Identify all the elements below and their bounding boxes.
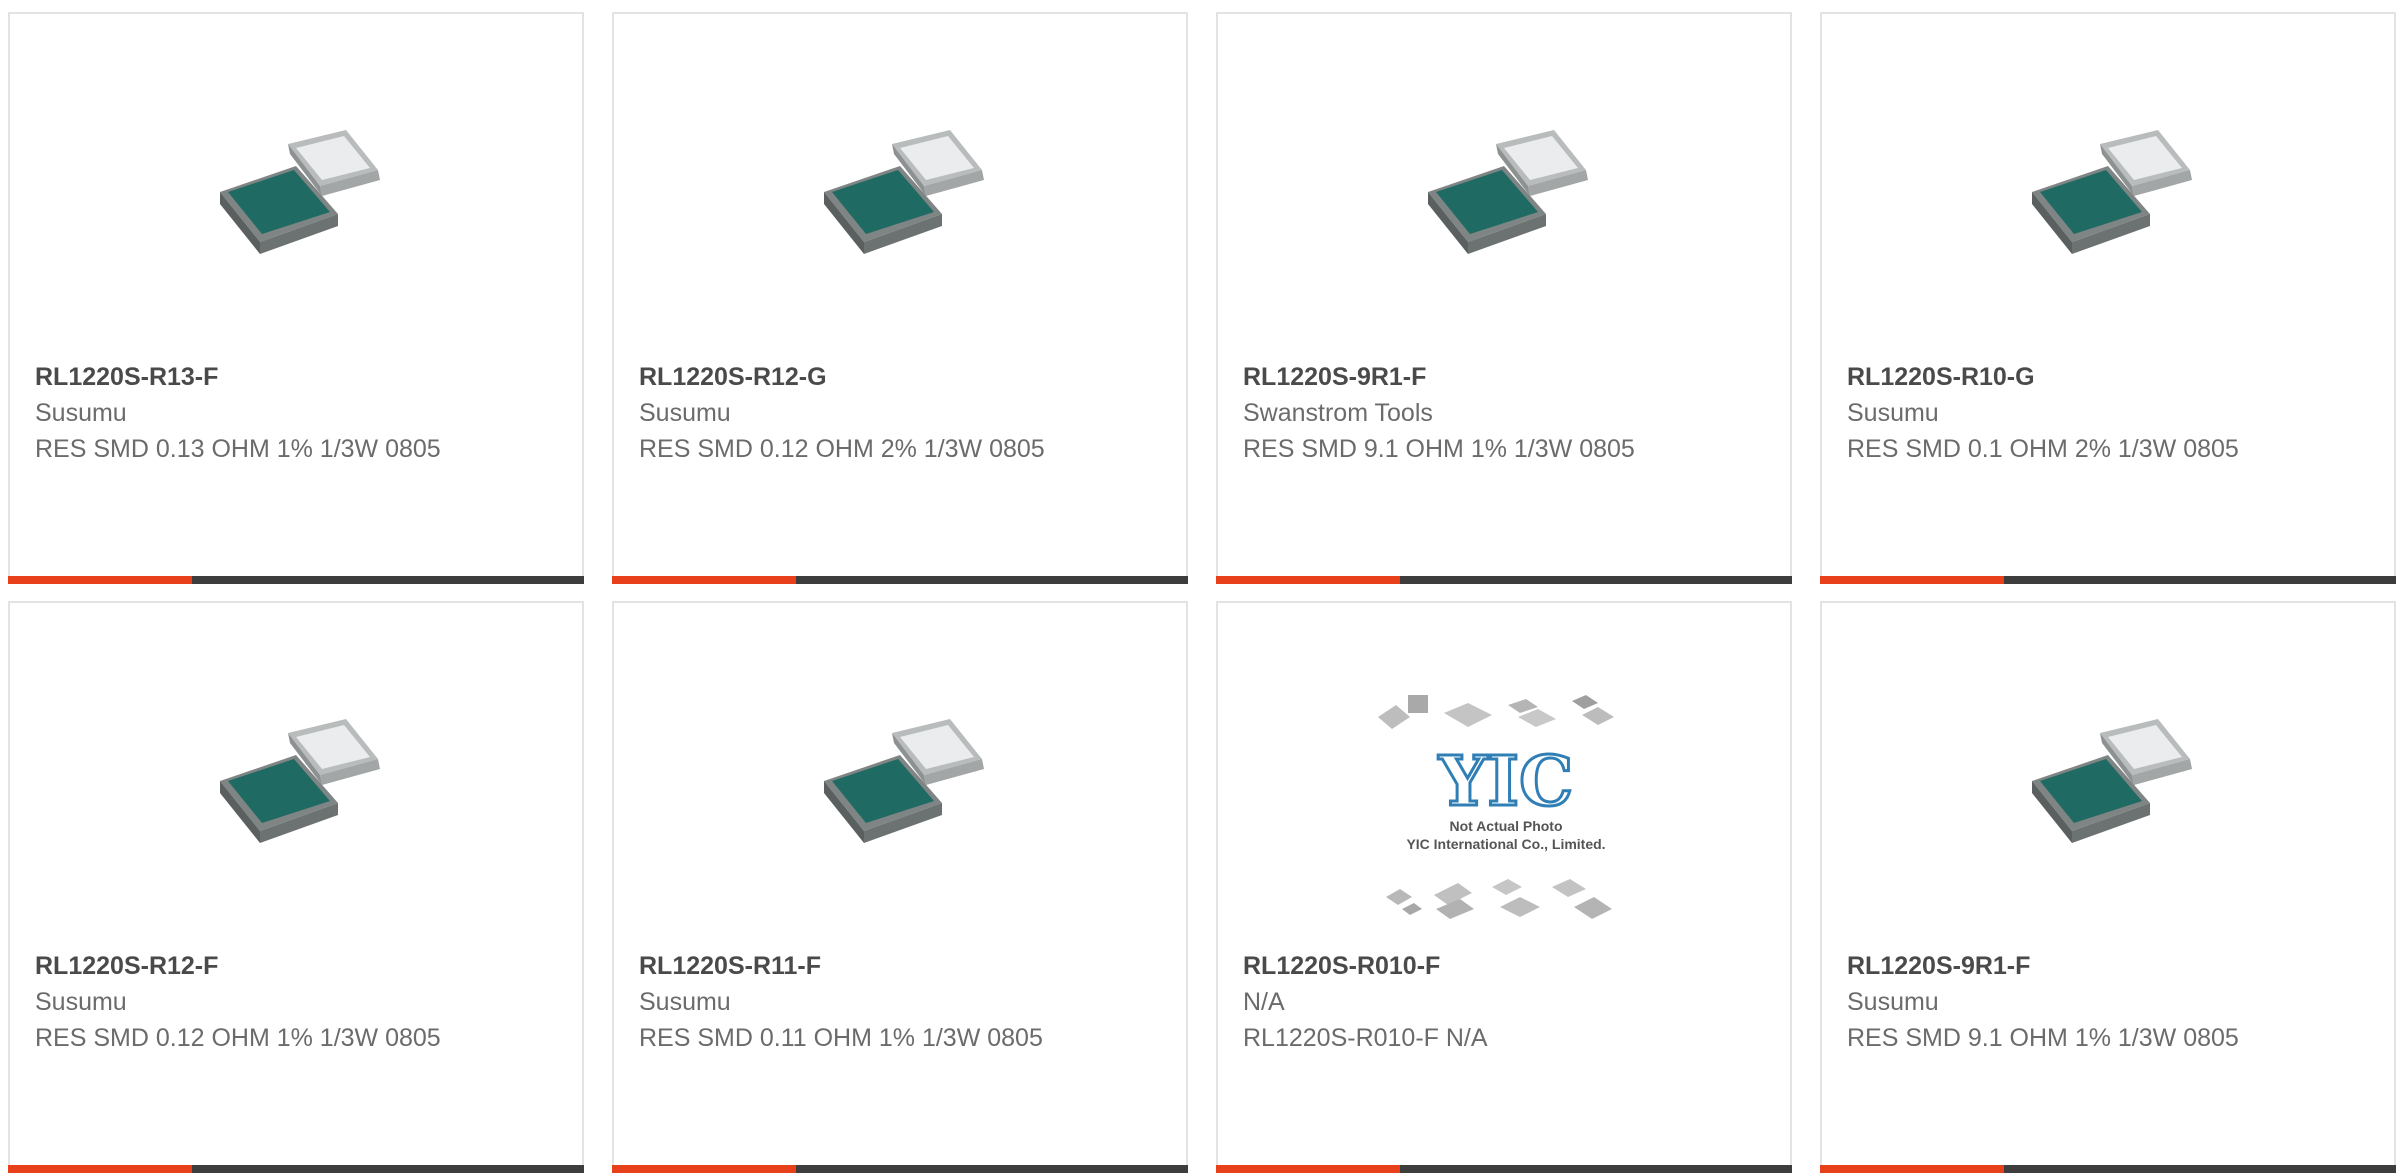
- description: RES SMD 0.12 OHM 2% 1/3W 0805: [639, 435, 1045, 463]
- description: RES SMD 9.1 OHM 1% 1/3W 0805: [1243, 435, 1635, 463]
- manufacturer: N/A: [1243, 988, 1285, 1016]
- card-bottom-bar: [612, 576, 1188, 584]
- description: RES SMD 0.13 OHM 1% 1/3W 0805: [35, 435, 441, 463]
- part-number[interactable]: RL1220S-R13-F: [35, 359, 562, 395]
- card-bottom-bar: [1820, 1165, 2396, 1173]
- product-card[interactable]: RL1220S-R12-G Susumu RES SMD 0.12 OHM 2%…: [612, 12, 1188, 584]
- card-bottom-bar: [612, 1165, 1188, 1173]
- part-number[interactable]: RL1220S-R10-G: [1847, 359, 2374, 395]
- manufacturer: Susumu: [1847, 399, 1939, 427]
- resistor-chip-image[interactable]: [198, 82, 398, 282]
- card-bottom-bar: [1216, 1165, 1792, 1173]
- description: RES SMD 0.1 OHM 2% 1/3W 0805: [1847, 435, 2239, 463]
- card-accent-bar: [612, 1165, 796, 1173]
- card-accent-bar: [612, 576, 796, 584]
- part-number[interactable]: RL1220S-9R1-F: [1847, 948, 2374, 984]
- product-grid: RL1220S-R13-F Susumu RES SMD 0.13 OHM 1%…: [0, 0, 2400, 1173]
- product-card[interactable]: RL1220S-R13-F Susumu RES SMD 0.13 OHM 1%…: [8, 12, 584, 584]
- manufacturer: Susumu: [639, 988, 731, 1016]
- card-accent-bar: [8, 576, 192, 584]
- description: RES SMD 9.1 OHM 1% 1/3W 0805: [1847, 1024, 2239, 1052]
- card-bottom-bar: [1216, 576, 1792, 584]
- description: RES SMD 0.11 OHM 1% 1/3W 0805: [639, 1024, 1043, 1052]
- description: RL1220S-R010-F N/A: [1243, 1024, 1488, 1052]
- yic-logo: YIC: [1438, 742, 1573, 822]
- manufacturer: Swanstrom Tools: [1243, 399, 1433, 427]
- description: RES SMD 0.12 OHM 1% 1/3W 0805: [35, 1024, 441, 1052]
- part-number[interactable]: RL1220S-R010-F: [1243, 948, 1770, 984]
- part-number[interactable]: RL1220S-9R1-F: [1243, 359, 1770, 395]
- manufacturer: Susumu: [35, 399, 127, 427]
- product-card[interactable]: RL1220S-9R1-F Swanstrom Tools RES SMD 9.…: [1216, 12, 1792, 584]
- card-bottom-bar: [8, 576, 584, 584]
- card-accent-bar: [1820, 576, 2004, 584]
- placeholder-image[interactable]: YIC Not Actual Photo YIC International C…: [1356, 687, 1656, 927]
- manufacturer: Susumu: [1847, 988, 1939, 1016]
- resistor-chip-image[interactable]: [1406, 82, 1606, 282]
- product-card[interactable]: RL1220S-R11-F Susumu RES SMD 0.11 OHM 1%…: [612, 601, 1188, 1173]
- card-bottom-bar: [1820, 576, 2396, 584]
- product-card[interactable]: RL1220S-9R1-F Susumu RES SMD 9.1 OHM 1% …: [1820, 601, 2396, 1173]
- card-accent-bar: [1820, 1165, 2004, 1173]
- placeholder-line1: Not Actual Photo: [1449, 818, 1562, 834]
- resistor-chip-image[interactable]: [802, 671, 1002, 871]
- product-card[interactable]: RL1220S-R12-F Susumu RES SMD 0.12 OHM 1%…: [8, 601, 584, 1173]
- resistor-chip-image[interactable]: [198, 671, 398, 871]
- resistor-chip-image[interactable]: [2010, 82, 2210, 282]
- card-accent-bar: [1216, 1165, 1400, 1173]
- product-card[interactable]: YIC Not Actual Photo YIC International C…: [1216, 601, 1792, 1173]
- manufacturer: Susumu: [639, 399, 731, 427]
- part-number[interactable]: RL1220S-R12-F: [35, 948, 562, 984]
- resistor-chip-image[interactable]: [802, 82, 1002, 282]
- product-card[interactable]: RL1220S-R10-G Susumu RES SMD 0.1 OHM 2% …: [1820, 12, 2396, 584]
- part-number[interactable]: RL1220S-R11-F: [639, 948, 1166, 984]
- manufacturer: Susumu: [35, 988, 127, 1016]
- card-accent-bar: [8, 1165, 192, 1173]
- card-bottom-bar: [8, 1165, 584, 1173]
- resistor-chip-image[interactable]: [2010, 671, 2210, 871]
- part-number[interactable]: RL1220S-R12-G: [639, 359, 1166, 395]
- card-accent-bar: [1216, 576, 1400, 584]
- placeholder-line2: YIC International Co., Limited.: [1406, 836, 1605, 852]
